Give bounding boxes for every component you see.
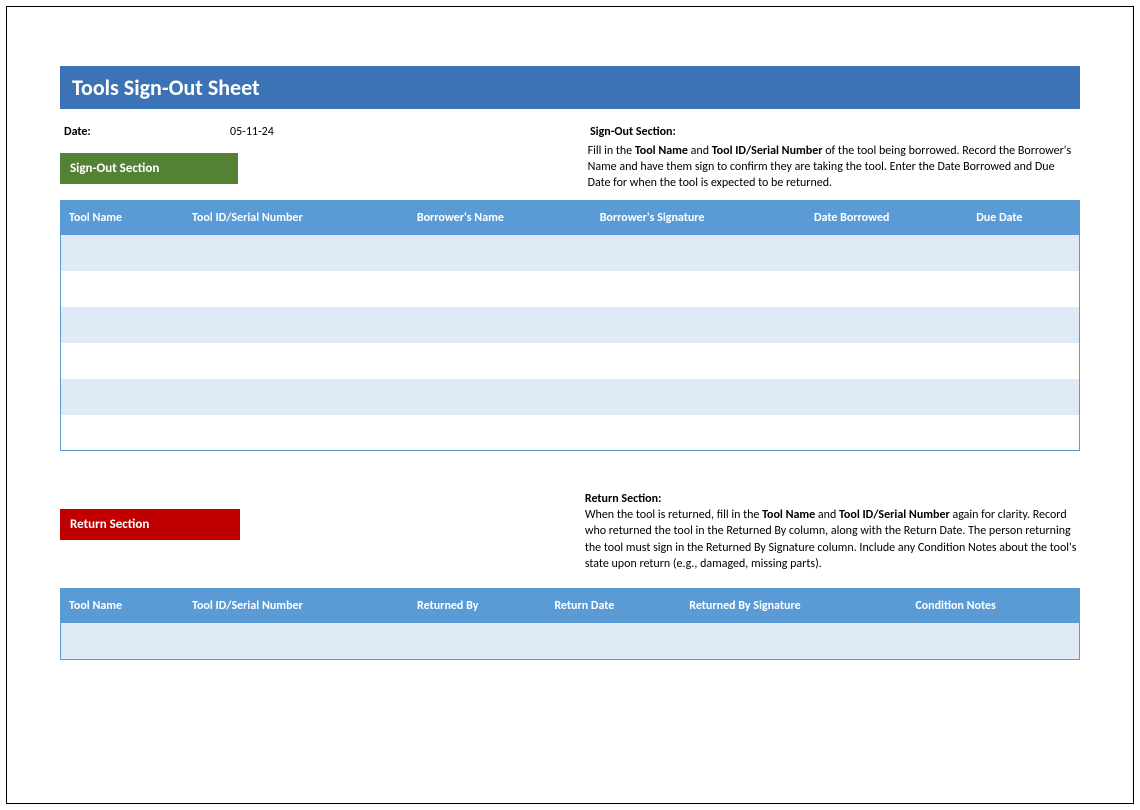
signout-instruction-title: Sign-Out Section: [590,125,676,139]
signout-instruction-body: Fill in the Tool Name and Tool ID/Serial… [588,143,1080,192]
col-tool-id: Tool ID/Serial Number [184,200,409,235]
table-row[interactable] [61,271,1080,307]
signout-section-chip: Sign-Out Section [60,153,238,184]
col-tool-id: Tool ID/Serial Number [184,589,409,624]
date-row: Date: 05-11-24 Sign-Out Section: [60,125,1080,139]
col-tool-name: Tool Name [61,589,185,624]
col-due-date: Due Date [968,200,1079,235]
signout-header-row: Sign-Out Section Fill in the Tool Name a… [60,143,1080,192]
col-borrower-name: Borrower's Name [409,200,592,235]
col-condition-notes: Condition Notes [907,589,1079,624]
signout-table: Tool Name Tool ID/Serial Number Borrower… [60,200,1080,452]
page-title: Tools Sign-Out Sheet [60,66,1080,109]
signout-table-header-row: Tool Name Tool ID/Serial Number Borrower… [61,200,1080,235]
table-row[interactable] [61,343,1080,379]
return-header-row: Return Section Return Section: When the … [60,491,1080,572]
col-borrower-signature: Borrower's Signature [592,200,806,235]
return-table: Tool Name Tool ID/Serial Number Returned… [60,588,1080,660]
table-row[interactable] [61,623,1080,659]
col-returned-by: Returned By [409,589,546,624]
return-instruction-body: Return Section: When the tool is returne… [585,491,1080,572]
date-value: 05-11-24 [230,125,430,139]
col-returned-by-signature: Returned By Signature [681,589,907,624]
document-content: Tools Sign-Out Sheet Date: 05-11-24 Sign… [6,6,1134,804]
date-label: Date: [60,125,230,139]
col-return-date: Return Date [546,589,681,624]
table-row[interactable] [61,307,1080,343]
table-row[interactable] [61,235,1080,271]
return-table-header-row: Tool Name Tool ID/Serial Number Returned… [61,589,1080,624]
col-date-borrowed: Date Borrowed [806,200,968,235]
return-section-chip: Return Section [60,509,240,540]
col-tool-name: Tool Name [61,200,184,235]
table-row[interactable] [61,379,1080,415]
table-row[interactable] [61,415,1080,451]
